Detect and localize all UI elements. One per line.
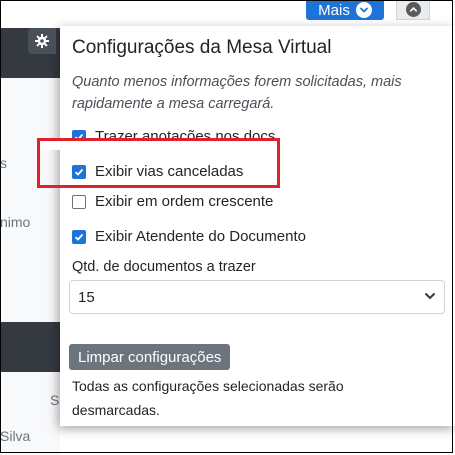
screenshot-border: [0, 0, 453, 453]
